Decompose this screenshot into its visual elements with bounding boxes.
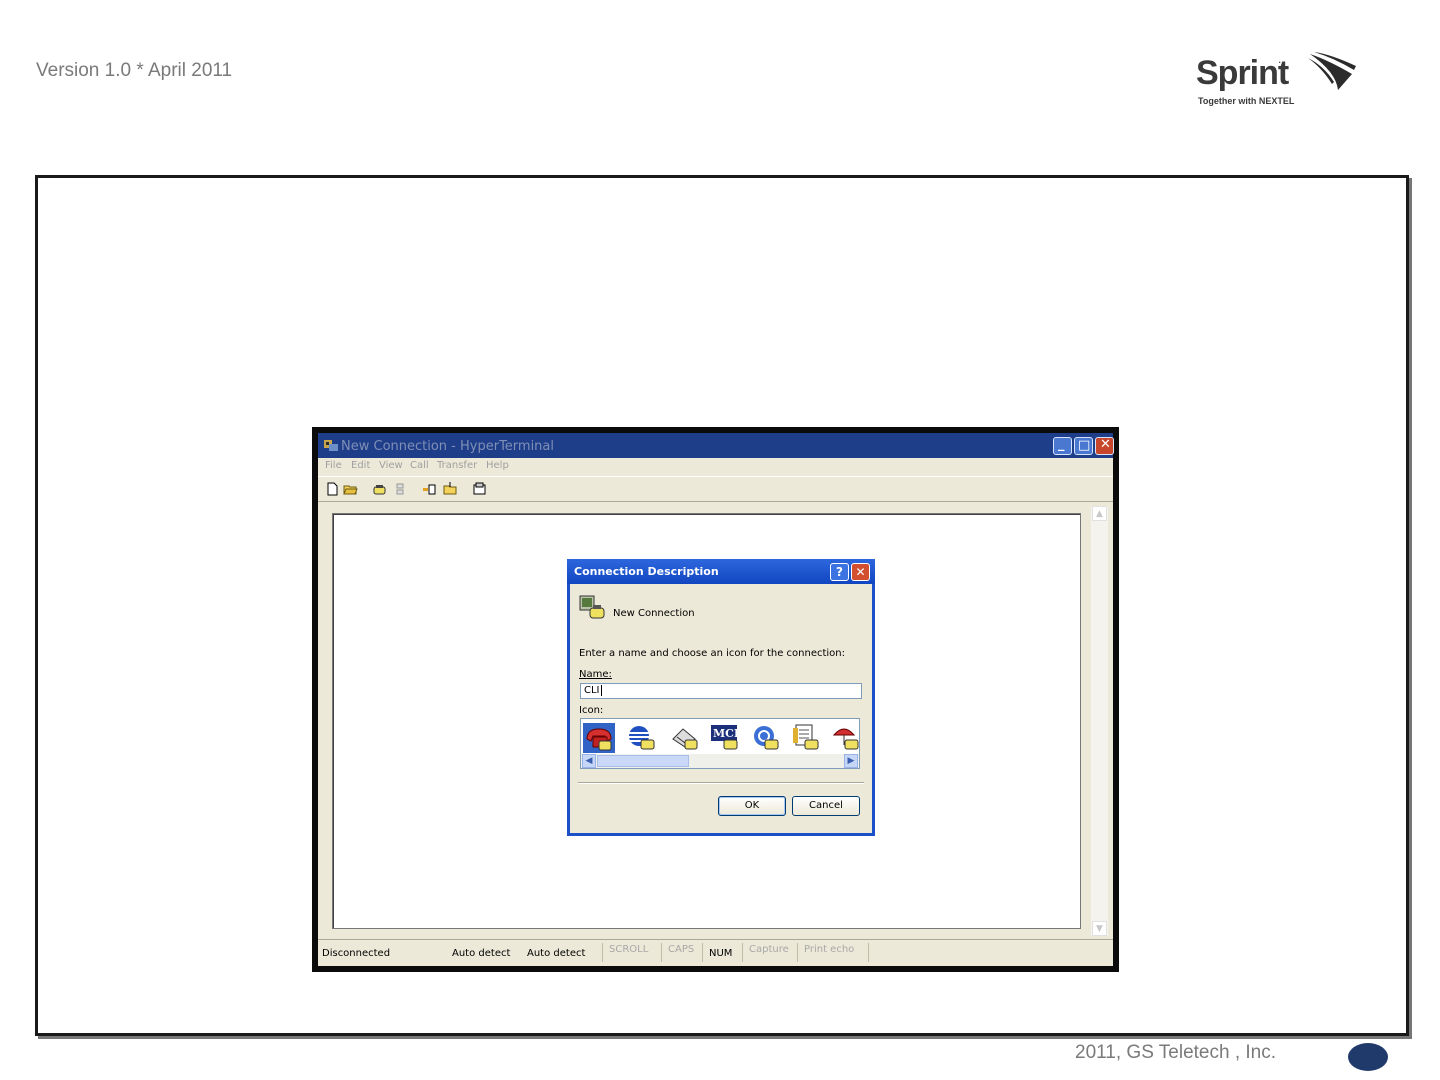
terminal-area: ▲ ▼ Connection Description ? ✕ New Conne… xyxy=(318,502,1113,939)
scroll-left-icon[interactable]: ◀ xyxy=(582,754,596,768)
red-phone-icon[interactable] xyxy=(583,723,615,753)
icon-horizontal-scrollbar[interactable]: ◀ ▶ xyxy=(581,754,859,768)
status-divider xyxy=(797,943,798,962)
globe-phone-icon[interactable] xyxy=(626,723,658,753)
vertical-scrollbar[interactable]: ▲ ▼ xyxy=(1091,506,1108,936)
scroll-up-icon[interactable]: ▲ xyxy=(1092,506,1107,521)
name-value: CLI xyxy=(584,685,600,696)
at-globe-phone-icon[interactable] xyxy=(750,723,782,753)
mci-phone-icon[interactable]: MCI xyxy=(709,723,741,753)
status-divider xyxy=(661,943,662,962)
icon-list[interactable]: MCI ◀ ▶ xyxy=(580,718,860,769)
menu-help[interactable]: Help xyxy=(486,460,509,471)
dialog-body: New Connection Enter a name and choose a… xyxy=(570,584,872,833)
status-connection: Disconnected xyxy=(322,948,391,959)
status-bar: Disconnected Auto detect Auto detect SCR… xyxy=(318,939,1113,966)
status-caps: CAPS xyxy=(668,944,695,955)
version-label: Version 1.0 * April 2011 xyxy=(36,60,233,81)
text-cursor: ​ xyxy=(600,685,602,696)
minimize-icon: _ xyxy=(1058,437,1065,452)
new-connection-icon xyxy=(579,595,605,619)
maximize-icon: □ xyxy=(1078,438,1091,453)
receive-file-icon[interactable] xyxy=(442,482,457,496)
status-num: NUM xyxy=(709,948,733,959)
minimize-button[interactable]: _ xyxy=(1053,437,1072,455)
status-divider xyxy=(602,943,603,962)
menu-edit[interactable]: Edit xyxy=(351,460,370,471)
dialog-title: Connection Description xyxy=(574,565,719,578)
status-divider xyxy=(702,943,703,962)
status-detect-1: Auto detect xyxy=(452,948,511,959)
dialog-separator xyxy=(578,782,864,784)
open-folder-icon[interactable] xyxy=(343,482,358,496)
dialog-help-button[interactable]: ? xyxy=(830,563,849,581)
hyperterminal-app-icon xyxy=(324,440,338,451)
close-icon: ✕ xyxy=(1100,437,1111,452)
umbrella-phone-icon[interactable] xyxy=(830,723,859,753)
fax-phone-icon[interactable] xyxy=(669,723,701,753)
svg-text:MCI: MCI xyxy=(713,727,739,740)
dialog-prompt: Enter a name and choose an icon for the … xyxy=(579,648,846,659)
page-number-badge xyxy=(1348,1043,1388,1071)
send-file-icon[interactable] xyxy=(422,482,437,496)
close-button[interactable]: ✕ xyxy=(1095,437,1114,455)
dial-phone-icon[interactable] xyxy=(372,482,387,496)
logo-word: Sprint xyxy=(1196,54,1289,92)
sprint-logo: Sprint . Together with NEXTEL xyxy=(1196,52,1366,112)
status-capture: Capture xyxy=(749,944,789,955)
status-divider xyxy=(742,943,743,962)
toolbar xyxy=(318,476,1113,502)
new-document-icon[interactable] xyxy=(325,482,340,496)
logo-tagline: Together with NEXTEL xyxy=(1198,96,1295,106)
footer-copyright: 2011, GS Teletech , Inc. xyxy=(1075,1042,1277,1063)
dialog-titlebar[interactable]: Connection Description ? ✕ xyxy=(567,559,875,584)
menu-file[interactable]: File xyxy=(325,460,342,471)
menu-view[interactable]: View xyxy=(379,460,403,471)
menu-bar: File Edit View Call Transfer Help xyxy=(318,458,1113,476)
menu-call[interactable]: Call xyxy=(410,460,429,471)
scroll-right-icon[interactable]: ▶ xyxy=(844,754,858,768)
status-print-echo: Print echo xyxy=(804,944,855,955)
connection-description-dialog: Connection Description ? ✕ New Connectio… xyxy=(567,559,875,836)
hyperterminal-window: New Connection - HyperTerminal _ □ ✕ Fil… xyxy=(312,427,1119,972)
menu-transfer[interactable]: Transfer xyxy=(437,460,477,471)
document-phone-icon[interactable] xyxy=(790,723,822,753)
properties-icon[interactable] xyxy=(472,482,487,496)
window-title: New Connection - HyperTerminal xyxy=(341,439,555,454)
cancel-button[interactable]: Cancel xyxy=(792,796,860,816)
name-input[interactable]: CLI​ xyxy=(580,683,862,699)
maximize-button[interactable]: □ xyxy=(1074,437,1093,455)
sprint-wings-icon xyxy=(1308,52,1356,90)
window-titlebar[interactable]: New Connection - HyperTerminal _ □ ✕ xyxy=(318,433,1114,458)
dialog-close-button[interactable]: ✕ xyxy=(851,563,870,581)
ok-button[interactable]: OK xyxy=(718,796,786,816)
icon-label: Icon: xyxy=(579,705,604,716)
name-label: Name: xyxy=(579,669,612,680)
logo-trademark: . xyxy=(1278,52,1282,66)
scroll-thumb[interactable] xyxy=(597,755,689,767)
status-detect-2: Auto detect xyxy=(527,948,586,959)
connection-heading: New Connection xyxy=(613,608,695,619)
status-scroll: SCROLL xyxy=(609,944,649,955)
status-divider xyxy=(868,943,869,962)
scroll-down-icon[interactable]: ▼ xyxy=(1092,921,1107,936)
disconnect-icon[interactable] xyxy=(393,482,408,496)
